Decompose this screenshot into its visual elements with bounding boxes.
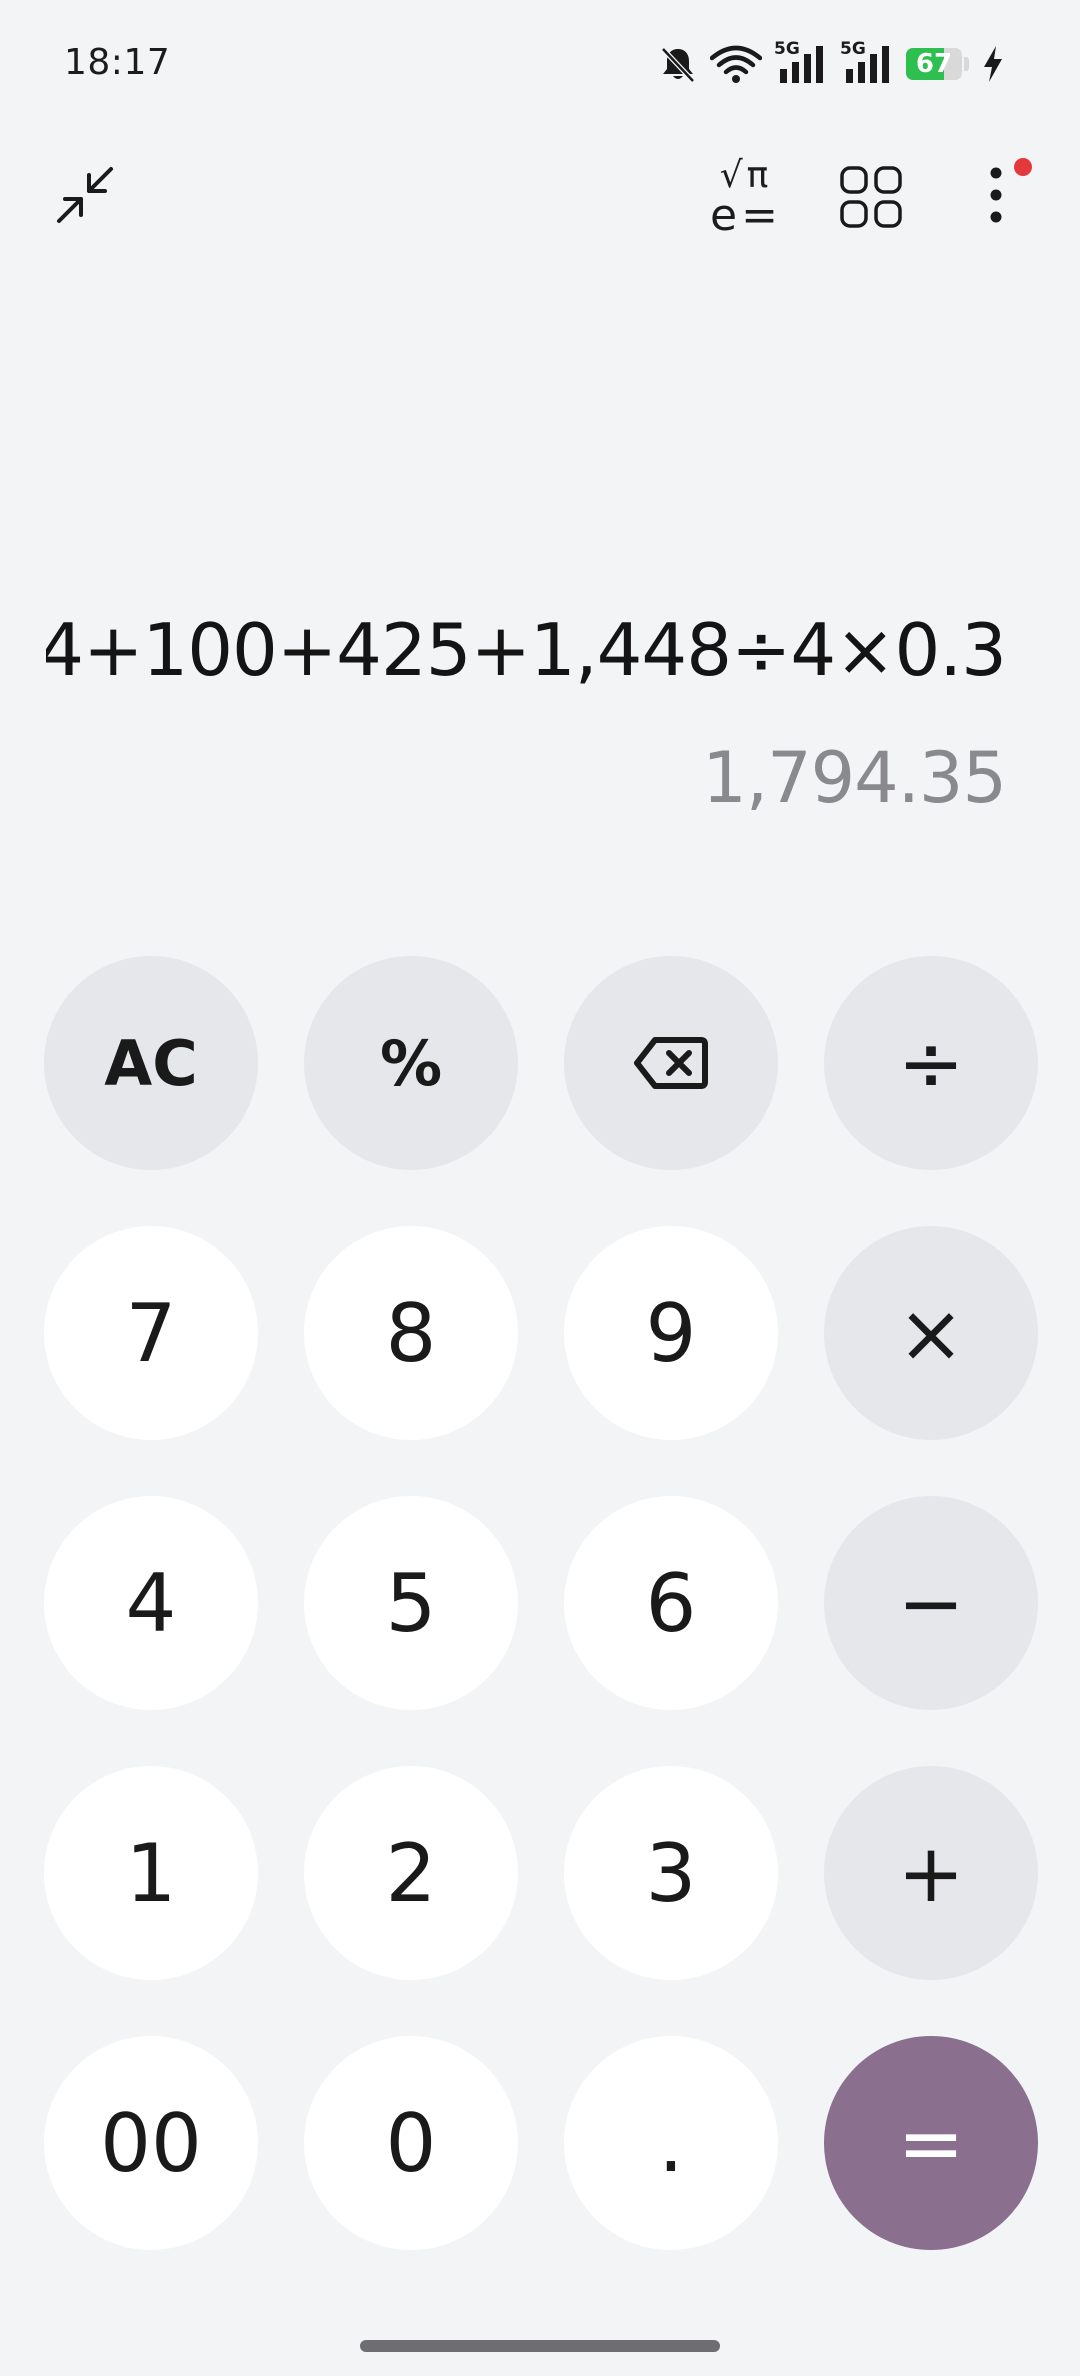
backspace-icon: [633, 1035, 709, 1091]
percent-button[interactable]: %: [304, 956, 518, 1170]
digit-9-button[interactable]: 9: [564, 1226, 778, 1440]
equals-button[interactable]: =: [824, 2036, 1038, 2250]
keypad: AC % ÷ 7 8 9 × 4 5 6 − 1 2 3 + 00 0 . =: [0, 0, 1080, 2376]
digit-0-button[interactable]: 0: [304, 2036, 518, 2250]
digit-4-button[interactable]: 4: [44, 1496, 258, 1710]
digit-8-button[interactable]: 8: [304, 1226, 518, 1440]
multiply-button[interactable]: ×: [824, 1226, 1038, 1440]
add-button[interactable]: +: [824, 1766, 1038, 1980]
digit-2-button[interactable]: 2: [304, 1766, 518, 1980]
digit-5-button[interactable]: 5: [304, 1496, 518, 1710]
subtract-button[interactable]: −: [824, 1496, 1038, 1710]
digit-1-button[interactable]: 1: [44, 1766, 258, 1980]
digit-3-button[interactable]: 3: [564, 1766, 778, 1980]
divide-button[interactable]: ÷: [824, 956, 1038, 1170]
double-zero-button[interactable]: 00: [44, 2036, 258, 2250]
clear-button[interactable]: AC: [44, 956, 258, 1170]
backspace-button[interactable]: [564, 956, 778, 1170]
home-indicator[interactable]: [360, 2340, 720, 2352]
decimal-point-button[interactable]: .: [564, 2036, 778, 2250]
digit-7-button[interactable]: 7: [44, 1226, 258, 1440]
digit-6-button[interactable]: 6: [564, 1496, 778, 1710]
